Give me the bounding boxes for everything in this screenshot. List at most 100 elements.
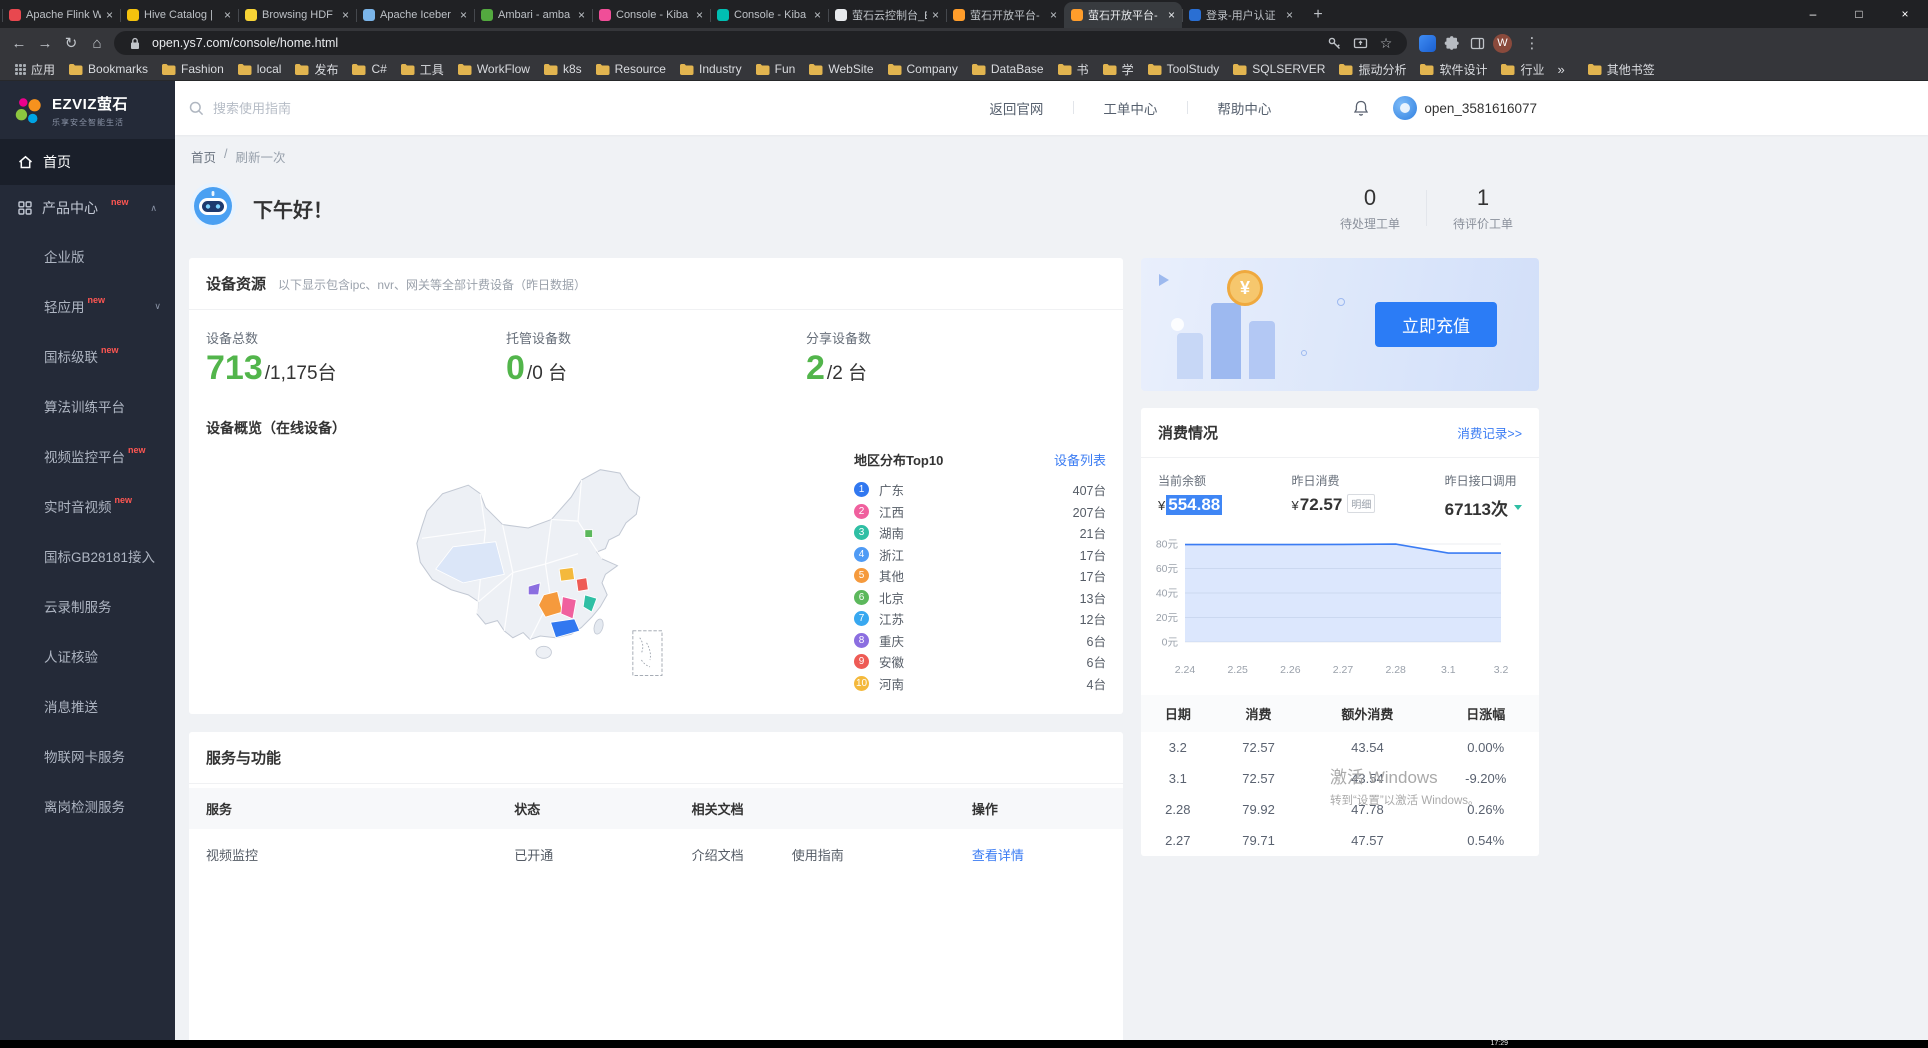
tab-close-icon[interactable]: × (1050, 8, 1057, 22)
browser-tab[interactable]: Console - Kiba × (710, 2, 828, 28)
sidebar-item[interactable]: 离岗检测服务 (0, 781, 175, 831)
region-distribution-tab[interactable]: 地区分布Top10 (854, 450, 943, 469)
browser-tab[interactable]: 萤石开放平台- × (946, 2, 1064, 28)
bookmark-item[interactable]: DataBase (965, 61, 1051, 77)
sidebar-item[interactable]: 视频监控平台 new (0, 431, 175, 481)
bookmarks-overflow-icon[interactable]: » (1552, 62, 1571, 77)
home-button[interactable]: ⌂ (84, 30, 110, 56)
maximize-button[interactable]: □ (1836, 0, 1882, 28)
reload-button[interactable]: ↻ (58, 30, 84, 56)
forward-button[interactable]: → (32, 30, 58, 56)
brand-logo[interactable]: EZVIZ萤石 乐享安全智能生活 (0, 81, 175, 139)
bookmark-item[interactable]: 学 (1096, 60, 1141, 79)
tab-close-icon[interactable]: × (932, 8, 939, 22)
sidebar-item-home[interactable]: 首页 (0, 139, 175, 185)
browser-tab[interactable]: 萤石云控制台_E × (828, 2, 946, 28)
password-key-icon[interactable] (1325, 34, 1343, 52)
sidebar-item[interactable]: 云录制服务 (0, 581, 175, 631)
bookmark-star-icon[interactable]: ☆ (1377, 34, 1395, 52)
side-panel-icon[interactable] (1468, 34, 1486, 52)
bookmark-apps[interactable]: 应用 (8, 60, 62, 79)
sidebar-item[interactable]: 企业版 (0, 231, 175, 281)
bookmark-item[interactable]: 工具 (394, 60, 451, 79)
sidebar-item[interactable]: 人证核验 (0, 631, 175, 681)
bookmark-item[interactable]: 发布 (288, 60, 345, 79)
tab-close-icon[interactable]: × (1286, 8, 1293, 22)
detail-tag[interactable]: 明细 (1347, 494, 1375, 513)
doc-link[interactable]: 介绍文档 (692, 848, 744, 863)
bookmark-item[interactable]: 行业 (1494, 60, 1551, 79)
url-text[interactable]: open.ys7.com/console/home.html (152, 36, 1317, 50)
bookmark-item[interactable]: Resource (589, 61, 673, 77)
bookmark-item[interactable]: 书 (1051, 60, 1096, 79)
sidebar-item[interactable]: 国标级联 new (0, 331, 175, 381)
profile-avatar[interactable]: W (1493, 34, 1512, 53)
new-tab-button[interactable]: + (1305, 2, 1331, 28)
sidebar-item[interactable]: 算法训练平台 (0, 381, 175, 431)
tab-close-icon[interactable]: × (224, 8, 231, 22)
recharge-banner[interactable]: ¥ 立即充值 (1141, 258, 1539, 391)
tab-close-icon[interactable]: × (814, 8, 821, 22)
extensions-puzzle-icon[interactable] (1443, 34, 1461, 52)
caret-down-icon[interactable] (1514, 505, 1522, 510)
help-center-link[interactable]: 帮助中心 (1187, 98, 1301, 118)
tab-close-icon[interactable]: × (460, 8, 467, 22)
review-tickets[interactable]: 1 待评价工单 (1427, 185, 1539, 232)
address-bar[interactable]: open.ys7.com/console/home.html ☆ (114, 31, 1407, 55)
tab-close-icon[interactable]: × (342, 8, 349, 22)
bookmark-item[interactable]: WebSite (802, 61, 880, 77)
browser-tab[interactable]: Ambari - amba × (474, 2, 592, 28)
bookmark-item[interactable]: k8s (537, 61, 589, 77)
bookmark-item[interactable]: Fun (749, 61, 803, 77)
search-box[interactable] (189, 101, 489, 116)
bookmark-item[interactable]: ToolStudy (1141, 61, 1227, 77)
minimize-button[interactable]: – (1790, 0, 1836, 28)
bookmark-item[interactable]: 软件设计 (1413, 60, 1494, 79)
breadcrumb-home[interactable]: 首页 (191, 147, 216, 166)
recharge-button[interactable]: 立即充值 (1375, 302, 1497, 347)
bookmark-item[interactable]: local (231, 61, 289, 77)
sidebar-item[interactable]: 国标GB28181接入 (0, 531, 175, 581)
consumption-records-link[interactable]: 消费记录>> (1457, 423, 1522, 442)
extension-icon[interactable] (1419, 35, 1436, 52)
bookmark-item[interactable]: Company (881, 61, 965, 77)
back-button[interactable]: ← (6, 30, 32, 56)
browser-tab[interactable]: Apache Flink W × (2, 2, 120, 28)
share-icon[interactable] (1351, 34, 1369, 52)
bookmark-item[interactable]: Industry (673, 61, 749, 77)
tab-close-icon[interactable]: × (106, 8, 113, 22)
content-area[interactable]: 首页 / 刷新一次 (175, 135, 1928, 1040)
bookmark-item[interactable]: SQLSERVER (1226, 61, 1332, 77)
bookmark-item[interactable]: Fashion (155, 61, 231, 77)
close-button[interactable]: × (1882, 0, 1928, 28)
sidebar-item[interactable]: 实时音视频 new (0, 481, 175, 531)
browser-tab[interactable]: Console - Kiba × (592, 2, 710, 28)
service-detail-link[interactable]: 查看详情 (972, 848, 1024, 863)
menu-icon[interactable]: ⋮ (1519, 30, 1545, 56)
bookmark-item[interactable]: Bookmarks (62, 61, 155, 77)
ticket-center-link[interactable]: 工单中心 (1073, 98, 1187, 118)
taskbar-sliver[interactable]: 17:29 (0, 1040, 1928, 1048)
official-site-link[interactable]: 返回官网 (959, 98, 1073, 118)
device-list-link[interactable]: 设备列表 (1054, 450, 1106, 469)
pending-tickets[interactable]: 0 待处理工单 (1314, 185, 1426, 232)
sidebar-item[interactable]: 消息推送 (0, 681, 175, 731)
browser-tab[interactable]: 萤石开放平台- × (1064, 2, 1182, 28)
notification-bell[interactable] (1353, 100, 1369, 117)
browser-tab[interactable]: Browsing HDF × (238, 2, 356, 28)
sidebar-item[interactable]: 物联网卡服务 (0, 731, 175, 781)
china-map[interactable] (375, 444, 685, 684)
tab-close-icon[interactable]: × (1168, 8, 1175, 22)
tab-close-icon[interactable]: × (696, 8, 703, 22)
browser-tab[interactable]: Apache Iceber × (356, 2, 474, 28)
other-bookmarks[interactable]: 其他书签 (1581, 60, 1662, 79)
browser-tab[interactable]: 登录-用户认证 × (1182, 2, 1300, 28)
bookmark-item[interactable]: 振动分析 (1332, 60, 1413, 79)
user-menu[interactable]: open_3581616077 (1393, 96, 1537, 120)
doc-link[interactable]: 使用指南 (792, 848, 844, 863)
tab-close-icon[interactable]: × (578, 8, 585, 22)
bookmark-item[interactable]: WorkFlow (451, 61, 537, 77)
browser-tab[interactable]: Hive Catalog | × (120, 2, 238, 28)
bookmark-item[interactable]: C# (345, 61, 393, 77)
sidebar-item[interactable]: 轻应用 new ∨ (0, 281, 175, 331)
